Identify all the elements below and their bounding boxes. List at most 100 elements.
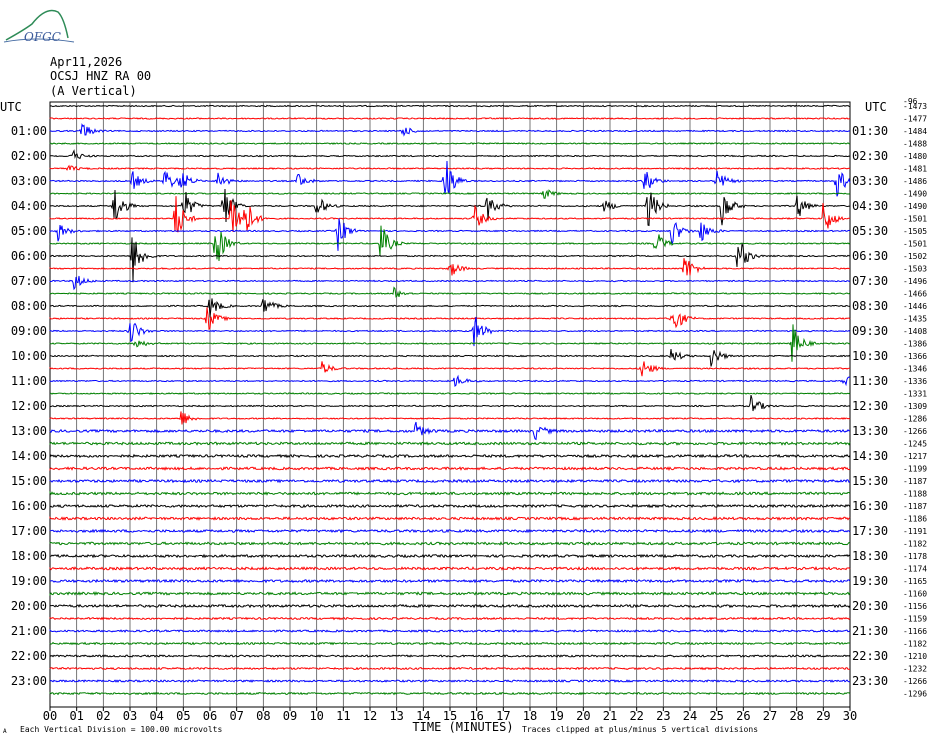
half-hour-label-right: 20:30 [852, 599, 888, 613]
x-tick-label: 21 [603, 709, 617, 723]
hour-label-left: 17:00 [11, 524, 47, 538]
x-tick-label: 23 [656, 709, 670, 723]
half-hour-label-right: 13:30 [852, 424, 888, 438]
x-tick-label: 20 [576, 709, 590, 723]
hour-label-left: 05:00 [11, 224, 47, 238]
hour-label-left: 13:00 [11, 424, 47, 438]
half-hour-label-right: 17:30 [852, 524, 888, 538]
half-hour-label-right: 05:30 [852, 224, 888, 238]
half-hour-label-right: 04:30 [852, 199, 888, 213]
x-axis-title: TIME (MINUTES) [412, 720, 513, 734]
x-tick-label: 00 [43, 709, 57, 723]
x-tick-label: 28 [789, 709, 803, 723]
x-tick-label: 05 [176, 709, 190, 723]
x-tick-label: 10 [309, 709, 323, 723]
half-hour-label-right: 07:30 [852, 274, 888, 288]
left-axis-title: UTC [0, 100, 22, 114]
half-hour-label-right: 23:30 [852, 674, 888, 688]
trace-offset-label: -1481 [903, 165, 927, 174]
trace-offset-label: -1245 [903, 440, 927, 449]
trace-offset-label: -1473 [903, 102, 927, 111]
hour-label-left: 23:00 [11, 674, 47, 688]
hour-label-left: 06:00 [11, 249, 47, 263]
half-hour-label-right: 09:30 [852, 324, 888, 338]
hour-label-left: 07:00 [11, 274, 47, 288]
hour-label-left: 02:00 [11, 149, 47, 163]
half-hour-label-right: 19:30 [852, 574, 888, 588]
x-tick-label: 08 [256, 709, 270, 723]
trace-offset-label: -1232 [903, 665, 927, 674]
trace-offset-label: -1266 [903, 427, 927, 436]
helicorder-plot: 00 01 02 03 04 05 06 07 08 09 10 11 12 13 14 15 16 17 18 19… [0, 97, 927, 734]
trace-offset-label: -1477 [903, 115, 927, 124]
x-tick-label: 01 [69, 709, 83, 723]
trace-offset-label: -1266 [903, 677, 927, 686]
half-hour-label-right: 16:30 [852, 499, 888, 513]
trace-offset-label: -1309 [903, 402, 927, 411]
hour-label-left: 08:00 [11, 299, 47, 313]
trace-offset-label: -1336 [903, 377, 927, 386]
x-tick-label: 26 [736, 709, 750, 723]
trace-offset-label: -1191 [903, 527, 927, 536]
trace-offset-label: -1210 [903, 652, 927, 661]
trace-offset-label: -1188 [903, 490, 927, 499]
half-hour-label-right: 02:30 [852, 149, 888, 163]
trace-offset-label: -1408 [903, 327, 927, 336]
x-tick-label: 07 [229, 709, 243, 723]
trace-offset-label: -1186 [903, 515, 927, 524]
hour-label-left: 01:00 [11, 124, 47, 138]
hour-label-left: 22:00 [11, 649, 47, 663]
trace-offset-label: -1486 [903, 177, 927, 186]
trace-offset-label: -1156 [903, 602, 927, 611]
right-axis-title: UTC [865, 100, 887, 114]
trace-offset-label: -1490 [903, 190, 927, 199]
hour-label-left: 20:00 [11, 599, 47, 613]
clip-note: Traces clipped at plus/minus 5 vertical … [522, 725, 759, 734]
x-tick-label: 12 [363, 709, 377, 723]
trace-offset-label: -1178 [903, 552, 927, 561]
x-tick-label: 02 [96, 709, 110, 723]
x-tick-label: 29 [816, 709, 830, 723]
trace-offset-label: -1496 [903, 277, 927, 286]
half-hour-label-right: 15:30 [852, 474, 888, 488]
hour-label-left: 18:00 [11, 549, 47, 563]
half-hour-label-right: 08:30 [852, 299, 888, 313]
trace-offset-label: -1366 [903, 352, 927, 361]
trace-offset-label: -1187 [903, 502, 927, 511]
trace-offset-label: -1217 [903, 452, 927, 461]
corner-mark: A [3, 728, 7, 735]
trace-offset-label: -1466 [903, 290, 927, 299]
trace-offset-label: -1159 [903, 615, 927, 624]
hour-label-left: 04:00 [11, 199, 47, 213]
trace-offset-label: -1165 [903, 577, 927, 586]
x-tick-label: 25 [709, 709, 723, 723]
hour-label-left: 19:00 [11, 574, 47, 588]
trace-offset-label: -1484 [903, 127, 927, 136]
hour-label-left: 14:00 [11, 449, 47, 463]
x-tick-label: 09 [283, 709, 297, 723]
x-tick-label: 03 [123, 709, 137, 723]
half-hour-label-right: 12:30 [852, 399, 888, 413]
trace-offset-label: -1286 [903, 415, 927, 424]
trace-offset-label: -1502 [903, 252, 927, 261]
trace-offset-label: -1182 [903, 640, 927, 649]
hour-label-left: 12:00 [11, 399, 47, 413]
trace-offset-label: -1187 [903, 477, 927, 486]
half-hour-label-right: 03:30 [852, 174, 888, 188]
x-tick-label: 22 [629, 709, 643, 723]
half-hour-label-right: 01:30 [852, 124, 888, 138]
x-tick-label: 11 [336, 709, 350, 723]
scale-note: Each Vertical Division = 100.00 microvol… [20, 725, 223, 734]
trace-offset-label: -1490 [903, 202, 927, 211]
trace-offset-label: -1435 [903, 315, 927, 324]
x-tick-label: 19 [549, 709, 563, 723]
hour-label-left: 16:00 [11, 499, 47, 513]
trace-offset-label: -1160 [903, 590, 927, 599]
trace-offset-label: -1503 [903, 265, 927, 274]
half-hour-label-right: 11:30 [852, 374, 888, 388]
trace-offset-label: -1446 [903, 302, 927, 311]
trace-offset-label: -1505 [903, 227, 927, 236]
hour-label-left: 15:00 [11, 474, 47, 488]
x-tick-label: 24 [683, 709, 697, 723]
trace-offset-label: -1386 [903, 340, 927, 349]
